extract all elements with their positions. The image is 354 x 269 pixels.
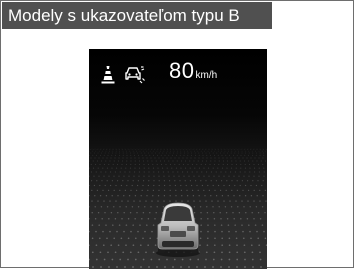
status-row: 80km/h <box>89 55 267 89</box>
caption-bar: Modely s ukazovateľom typu B <box>2 2 272 29</box>
speed-unit: km/h <box>195 70 217 81</box>
speed-readout: 80km/h <box>169 58 217 84</box>
figure-frame: Modely s ukazovateľom typu B 80km <box>0 0 354 268</box>
own-vehicle-rear-view-icon <box>155 201 201 257</box>
speed-value: 80 <box>169 58 194 83</box>
caption-label: Modely s ukazovateľom typu B <box>8 6 240 25</box>
collision-warning-car-icon <box>123 64 145 84</box>
instrument-display: 80km/h <box>89 49 267 269</box>
lane-keeping-assist-icon <box>98 64 118 84</box>
